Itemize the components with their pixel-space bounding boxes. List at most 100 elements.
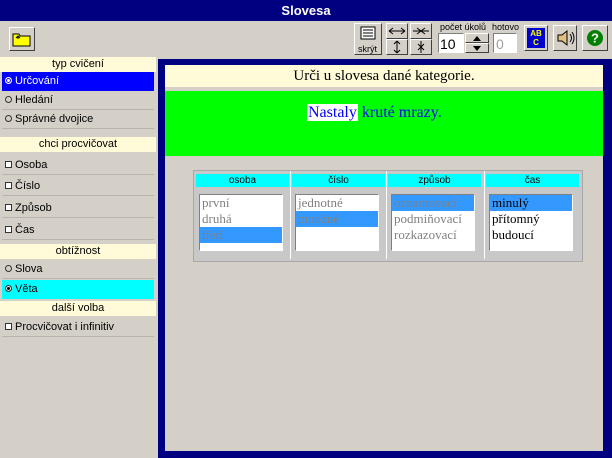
list-item[interactable]: budoucí [490, 227, 572, 243]
taller-button[interactable] [386, 39, 408, 55]
column-divider [290, 171, 291, 259]
spell-check-button[interactable]: ABC [524, 25, 548, 51]
speaker-icon [557, 29, 575, 47]
list-item-selected[interactable]: třetí [200, 227, 282, 243]
column-header: osoba [196, 174, 289, 187]
sidebar: typ cvičení Určování Hledání Správné dvo… [0, 57, 158, 458]
folder-icon [12, 33, 31, 47]
window-title: Slovesa [0, 0, 612, 21]
exercise-type-header: typ cvičení [0, 57, 156, 72]
column-person: osoba první druhá třetí [196, 174, 289, 259]
person-list[interactable]: první druhá třetí [199, 194, 283, 251]
main-area: Urči u slovesa dané kategorie. Nastaly k… [158, 59, 612, 458]
option-label: Procvičovat i infinitiv [15, 321, 115, 333]
practice-infinitive[interactable]: Procvičovat i infinitiv [2, 318, 154, 337]
hide-button[interactable]: skrýt [354, 23, 382, 55]
done-field: 0 [493, 33, 517, 53]
difficulty-words[interactable]: Slova [2, 260, 154, 279]
mood-list[interactable]: oznamovací podmiňovací rozkazovací [391, 194, 475, 251]
option-label: Správné dvojice [15, 113, 94, 125]
column-header: číslo [292, 174, 385, 187]
column-number: číslo jednotné množné [292, 174, 385, 259]
radio-icon [5, 264, 12, 272]
abc-icon: ABC [527, 28, 545, 48]
other-header: další volba [0, 301, 156, 316]
list-item[interactable]: přítomný [490, 211, 572, 227]
vertical-expand-icon [393, 40, 401, 54]
checkbox-icon [5, 225, 12, 233]
widen-button[interactable] [386, 23, 408, 39]
column-divider [386, 171, 387, 259]
narrow-button[interactable] [410, 23, 432, 39]
list-item[interactable]: podmiňovací [392, 211, 474, 227]
svg-text:?: ? [591, 31, 599, 46]
exercise-type-pairs[interactable]: Správné dvojice [2, 110, 154, 129]
category-grid: osoba první druhá třetí číslo jednotné m… [193, 170, 583, 262]
arrow-down-icon [473, 46, 481, 51]
list-item[interactable]: druhá [200, 211, 282, 227]
difficulty-header: obtížnost [0, 244, 156, 259]
task-count-value: 10 [440, 36, 456, 52]
option-label: Hledání [15, 94, 53, 106]
list-item[interactable]: první [200, 195, 282, 211]
column-mood: způsob oznamovací podmiňovací rozkazovac… [388, 174, 481, 259]
option-label: Číslo [15, 180, 41, 192]
option-label: Osoba [15, 159, 48, 171]
arrow-up-icon [473, 36, 481, 41]
practice-number[interactable]: Číslo [2, 177, 154, 196]
list-item-selected[interactable]: oznamovací [392, 195, 474, 211]
task-count-label: počet úkolů [440, 22, 487, 32]
tense-list[interactable]: minulý přítomný budoucí [489, 194, 573, 251]
checkbox-icon [5, 160, 12, 168]
open-folder-button[interactable] [9, 27, 35, 51]
option-label: Věta [15, 283, 38, 295]
instruction: Urči u slovesa dané kategorie. [165, 65, 603, 87]
exercise-type-search[interactable]: Hledání [2, 91, 154, 110]
done-label: hotovo [492, 22, 520, 32]
sentence-box: Nastaly kruté mrazy. [165, 91, 603, 156]
checkbox-icon [5, 181, 12, 189]
practice-mood[interactable]: Způsob [2, 199, 154, 218]
option-label: Určování [15, 75, 60, 87]
task-count-up[interactable] [465, 33, 489, 43]
practice-header: chci procvičovat [0, 137, 156, 152]
checkbox-icon [5, 203, 12, 211]
exercise-type-determine[interactable]: Určování [2, 72, 154, 91]
document-icon [360, 26, 376, 40]
list-item[interactable]: rozkazovací [392, 227, 474, 243]
column-divider [484, 171, 485, 259]
practice-person[interactable]: Osoba [2, 156, 154, 175]
difficulty-sentence[interactable]: Věta [2, 280, 154, 299]
help-icon: ? [587, 30, 603, 46]
task-count-input[interactable]: 10 [438, 33, 464, 53]
help-button[interactable]: ? [582, 25, 608, 51]
radio-icon [5, 76, 12, 84]
radio-icon [5, 114, 12, 122]
horizontal-expand-icon [388, 27, 406, 35]
vertical-shrink-icon [417, 41, 425, 53]
list-item[interactable]: jednotné [296, 195, 378, 211]
toolbar: skrýt počet úkolů 10 hotovo 0 ABC ? [0, 21, 612, 60]
radio-icon [5, 95, 12, 103]
column-header: způsob [388, 174, 481, 187]
shorter-button[interactable] [410, 39, 432, 55]
sound-button[interactable] [553, 25, 577, 51]
done-value: 0 [496, 36, 504, 52]
exercise-panel: Urči u slovesa dané kategorie. Nastaly k… [165, 65, 603, 451]
column-header: čas [486, 174, 579, 187]
task-count-down[interactable] [465, 43, 489, 53]
horizontal-shrink-icon [413, 27, 429, 35]
practice-tense[interactable]: Čas [2, 221, 154, 240]
list-item-selected[interactable]: množné [296, 211, 378, 227]
number-list[interactable]: jednotné množné [295, 194, 379, 251]
sentence-verb: Nastaly [307, 104, 358, 121]
option-label: Způsob [15, 202, 52, 214]
spell-letters: ABC [530, 29, 542, 47]
sentence-rest: kruté mrazy. [357, 104, 442, 121]
sentence: Nastaly kruté mrazy. [307, 104, 442, 122]
option-label: Čas [15, 224, 35, 236]
list-item-selected[interactable]: minulý [490, 195, 572, 211]
hide-label: skrýt [358, 44, 377, 54]
checkbox-icon [5, 322, 12, 330]
option-label: Slova [15, 263, 43, 275]
